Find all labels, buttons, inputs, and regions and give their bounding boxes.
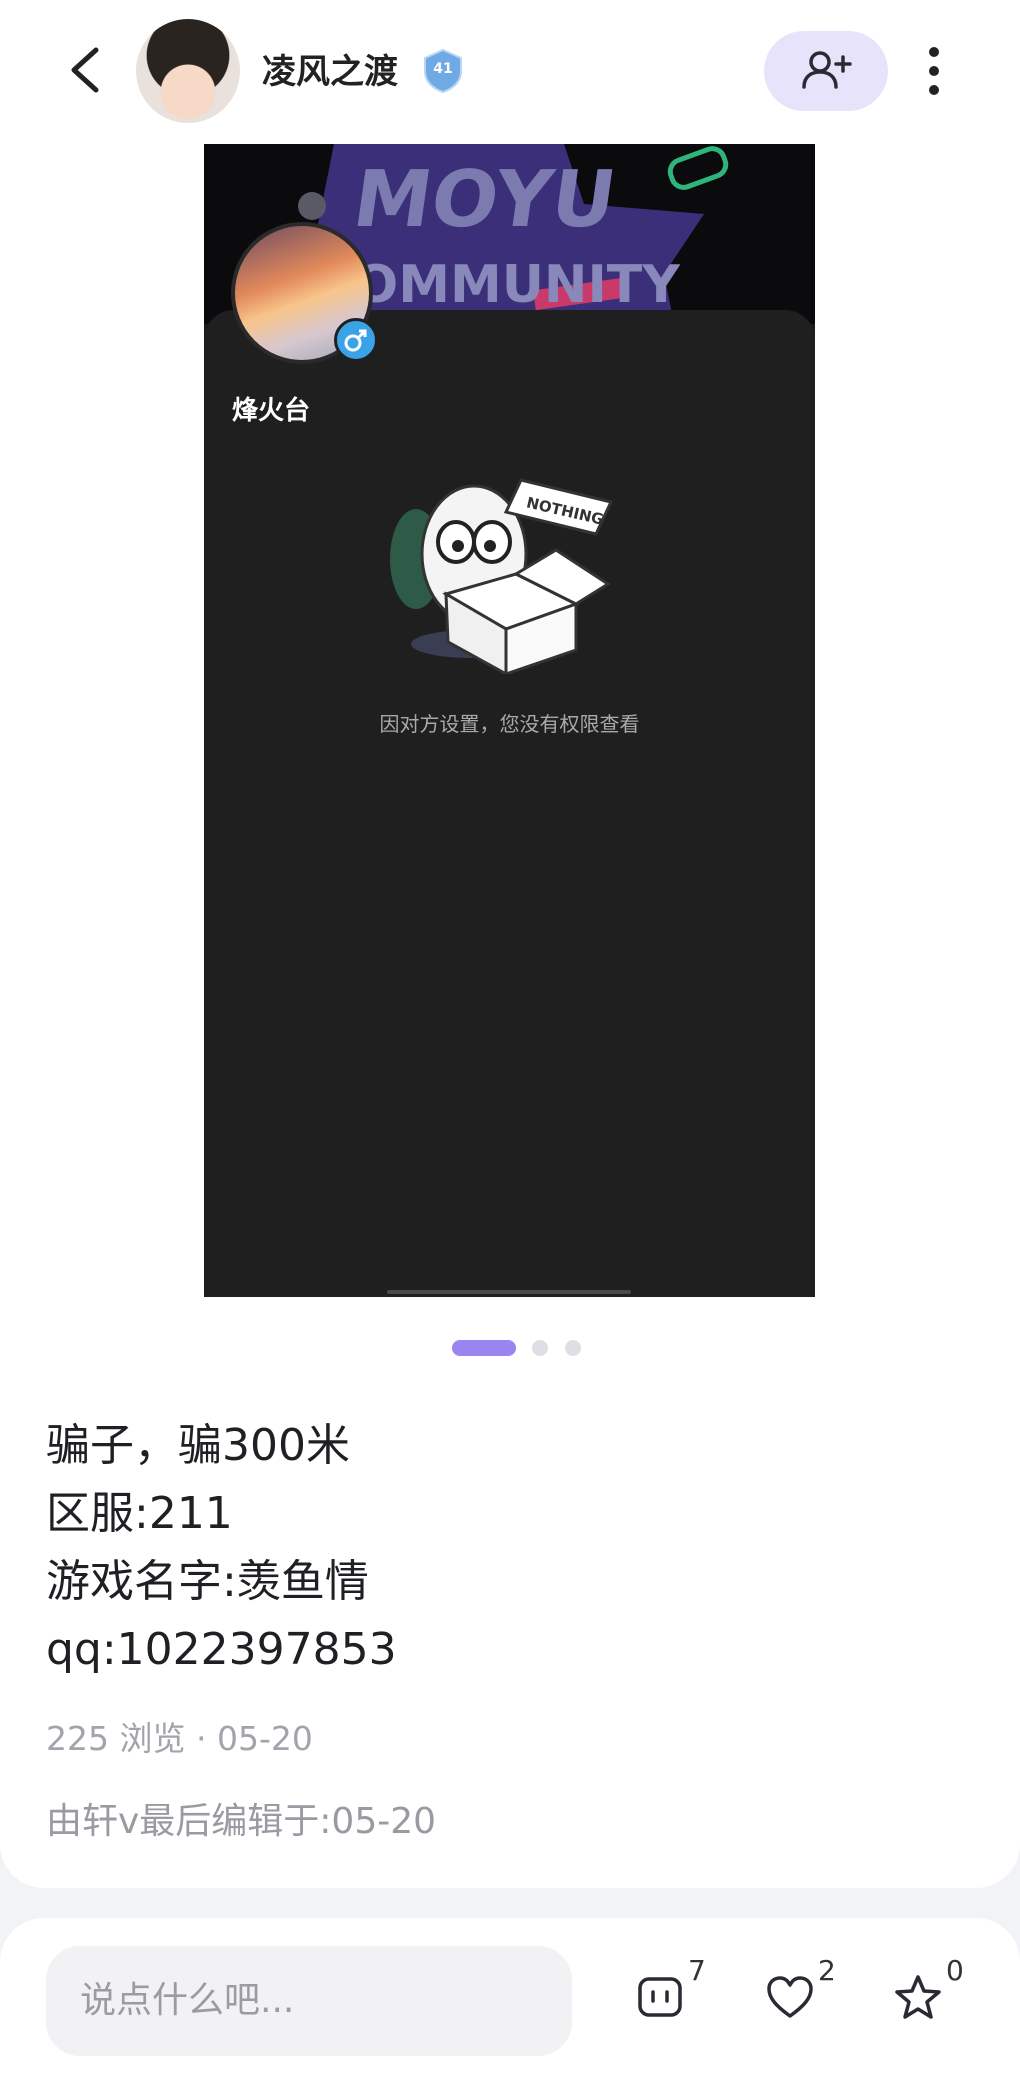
pager-dot[interactable] bbox=[565, 1340, 581, 1356]
star-icon bbox=[895, 1975, 941, 2019]
like-button[interactable]: 2 bbox=[766, 1954, 856, 2032]
post-line: qq:1022397853 bbox=[46, 1624, 397, 1675]
follow-button[interactable] bbox=[764, 31, 888, 111]
like-count: 2 bbox=[818, 1954, 836, 1987]
level-badge: 41 bbox=[420, 48, 466, 94]
add-user-icon bbox=[802, 51, 852, 89]
meta-separator: · bbox=[195, 1719, 217, 1758]
comment-input[interactable]: 说点什么吧... bbox=[46, 1946, 572, 2056]
view-count: 225 浏览 bbox=[46, 1719, 186, 1758]
post-content: 骗子，骗300米 区服:211 游戏名字:羡鱼情 qq:1022397853 bbox=[46, 1412, 966, 1684]
back-arrow-icon bbox=[71, 47, 99, 93]
heart-icon bbox=[767, 1976, 813, 2018]
banner-subtitle-text: OMMUNITY bbox=[354, 255, 681, 315]
comment-count: 7 bbox=[688, 1954, 706, 1987]
post-line: 骗子，骗300米 bbox=[46, 1420, 350, 1471]
comment-icon bbox=[638, 1977, 682, 2017]
post-date: 05-20 bbox=[216, 1719, 313, 1758]
back-button[interactable] bbox=[58, 40, 118, 100]
top-bar: 凌风之渡 41 bbox=[0, 0, 1020, 140]
more-vertical-icon bbox=[929, 47, 939, 95]
comment-button[interactable]: 7 bbox=[636, 1954, 726, 2032]
banner-title-text: MOYU bbox=[348, 154, 622, 245]
home-indicator bbox=[387, 1290, 631, 1294]
profile-panel bbox=[204, 310, 815, 1297]
pager-dot-active[interactable] bbox=[452, 1340, 516, 1356]
author-avatar[interactable] bbox=[136, 19, 240, 123]
bottom-action-bar: 说点什么吧... 7 2 0 bbox=[0, 1918, 1020, 2094]
edit-note: 由轩v最后编辑于:05-20 bbox=[46, 1801, 437, 1842]
pager-dot[interactable] bbox=[532, 1340, 548, 1356]
male-gender-icon bbox=[334, 318, 378, 362]
profile-name: 烽火台 bbox=[232, 396, 311, 426]
favorite-button[interactable]: 0 bbox=[894, 1954, 984, 2032]
permission-message: 因对方设置，您没有权限查看 bbox=[379, 712, 640, 736]
empty-box-illustration: NOTHING bbox=[390, 478, 614, 674]
post-meta: 225 浏览 · 05-20 bbox=[46, 1712, 313, 1760]
post-image[interactable]: MOYU OMMUNITY 烽火台 NOTHING 因对方设置，您没有权限查看 bbox=[204, 144, 815, 1297]
more-options-button[interactable] bbox=[914, 40, 954, 102]
author-name[interactable]: 凌风之渡 bbox=[262, 44, 398, 93]
level-number: 41 bbox=[433, 61, 453, 77]
post-line: 区服:211 bbox=[46, 1488, 233, 1539]
post-line: 游戏名字:羡鱼情 bbox=[46, 1556, 369, 1607]
favorite-count: 0 bbox=[946, 1954, 964, 1987]
